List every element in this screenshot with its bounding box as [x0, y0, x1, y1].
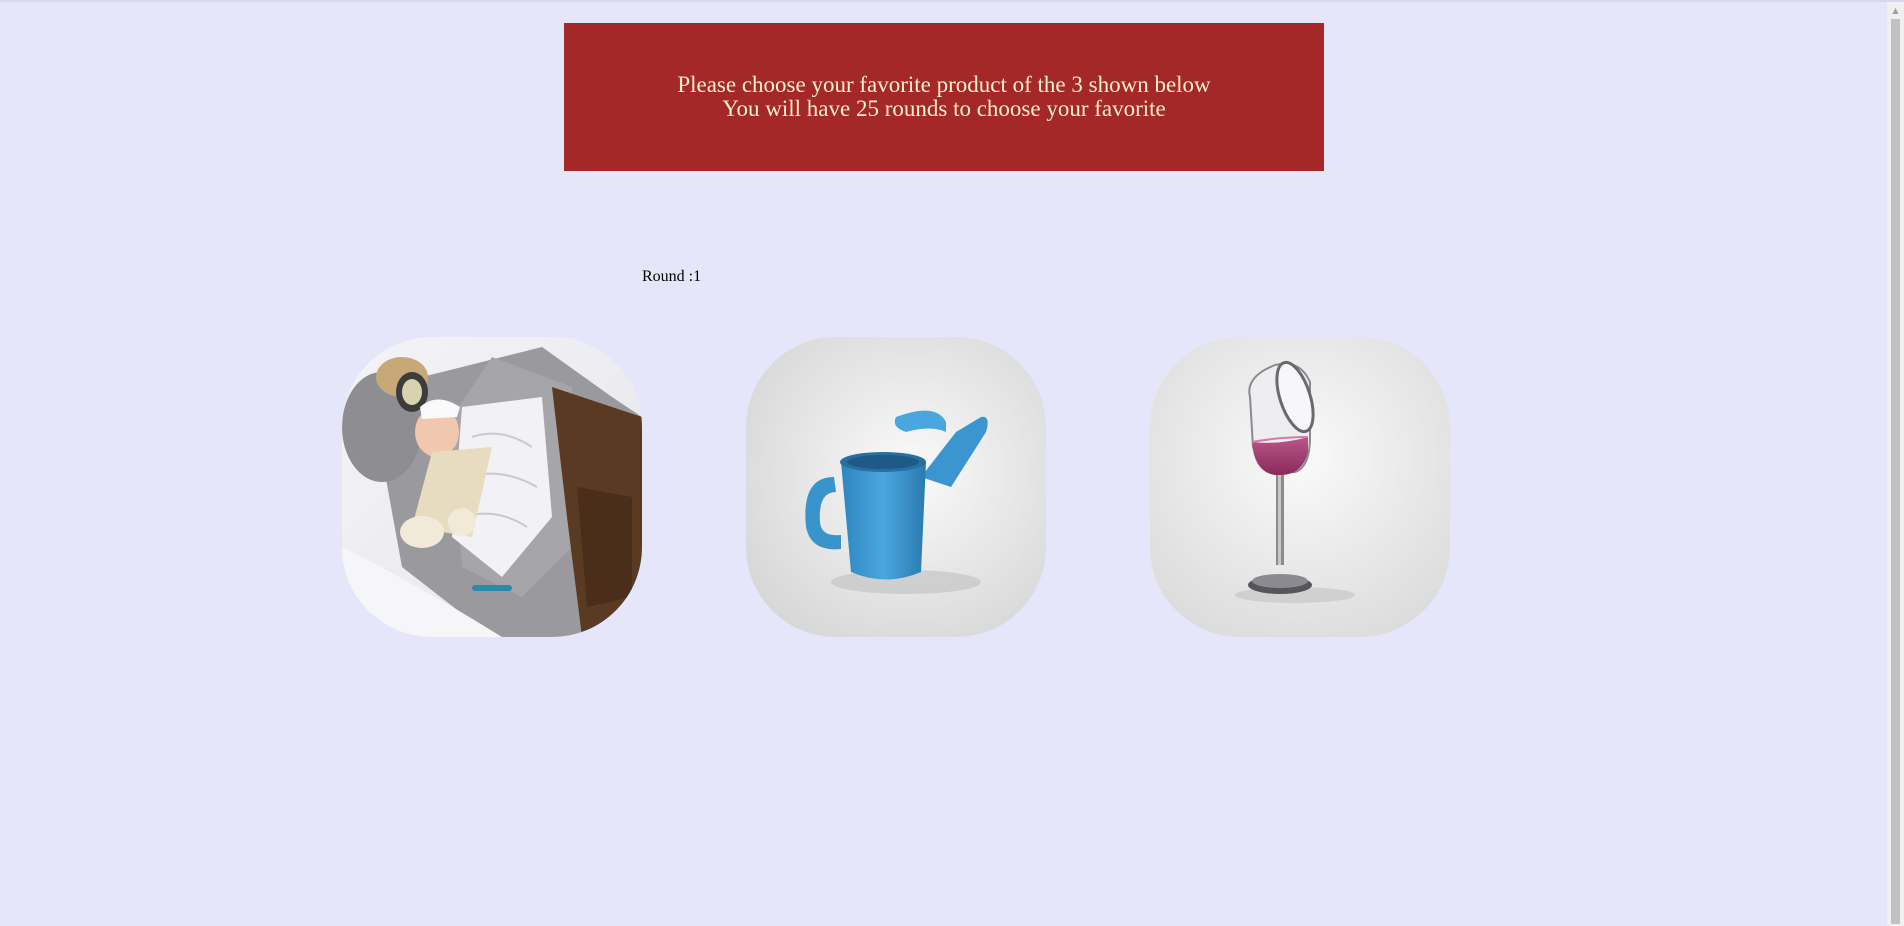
vertical-scrollbar[interactable]: ▲ — [1887, 2, 1904, 926]
scroll-up-arrow-icon[interactable]: ▲ — [1887, 2, 1904, 19]
round-counter: Round :1 — [642, 268, 702, 285]
product-image-sleeping-bag[interactable] — [342, 337, 642, 637]
product-image-watering-can[interactable] — [746, 337, 1046, 637]
instructions-line-1: Please choose your favorite product of t… — [677, 72, 1211, 97]
top-border — [0, 0, 1904, 2]
product-image-wine-glass[interactable] — [1150, 337, 1450, 637]
scrollbar-thumb[interactable] — [1891, 19, 1900, 924]
instructions-line-2: You will have 25 rounds to choose your f… — [722, 96, 1166, 121]
instructions-banner: Please choose your favorite product of t… — [564, 23, 1324, 171]
